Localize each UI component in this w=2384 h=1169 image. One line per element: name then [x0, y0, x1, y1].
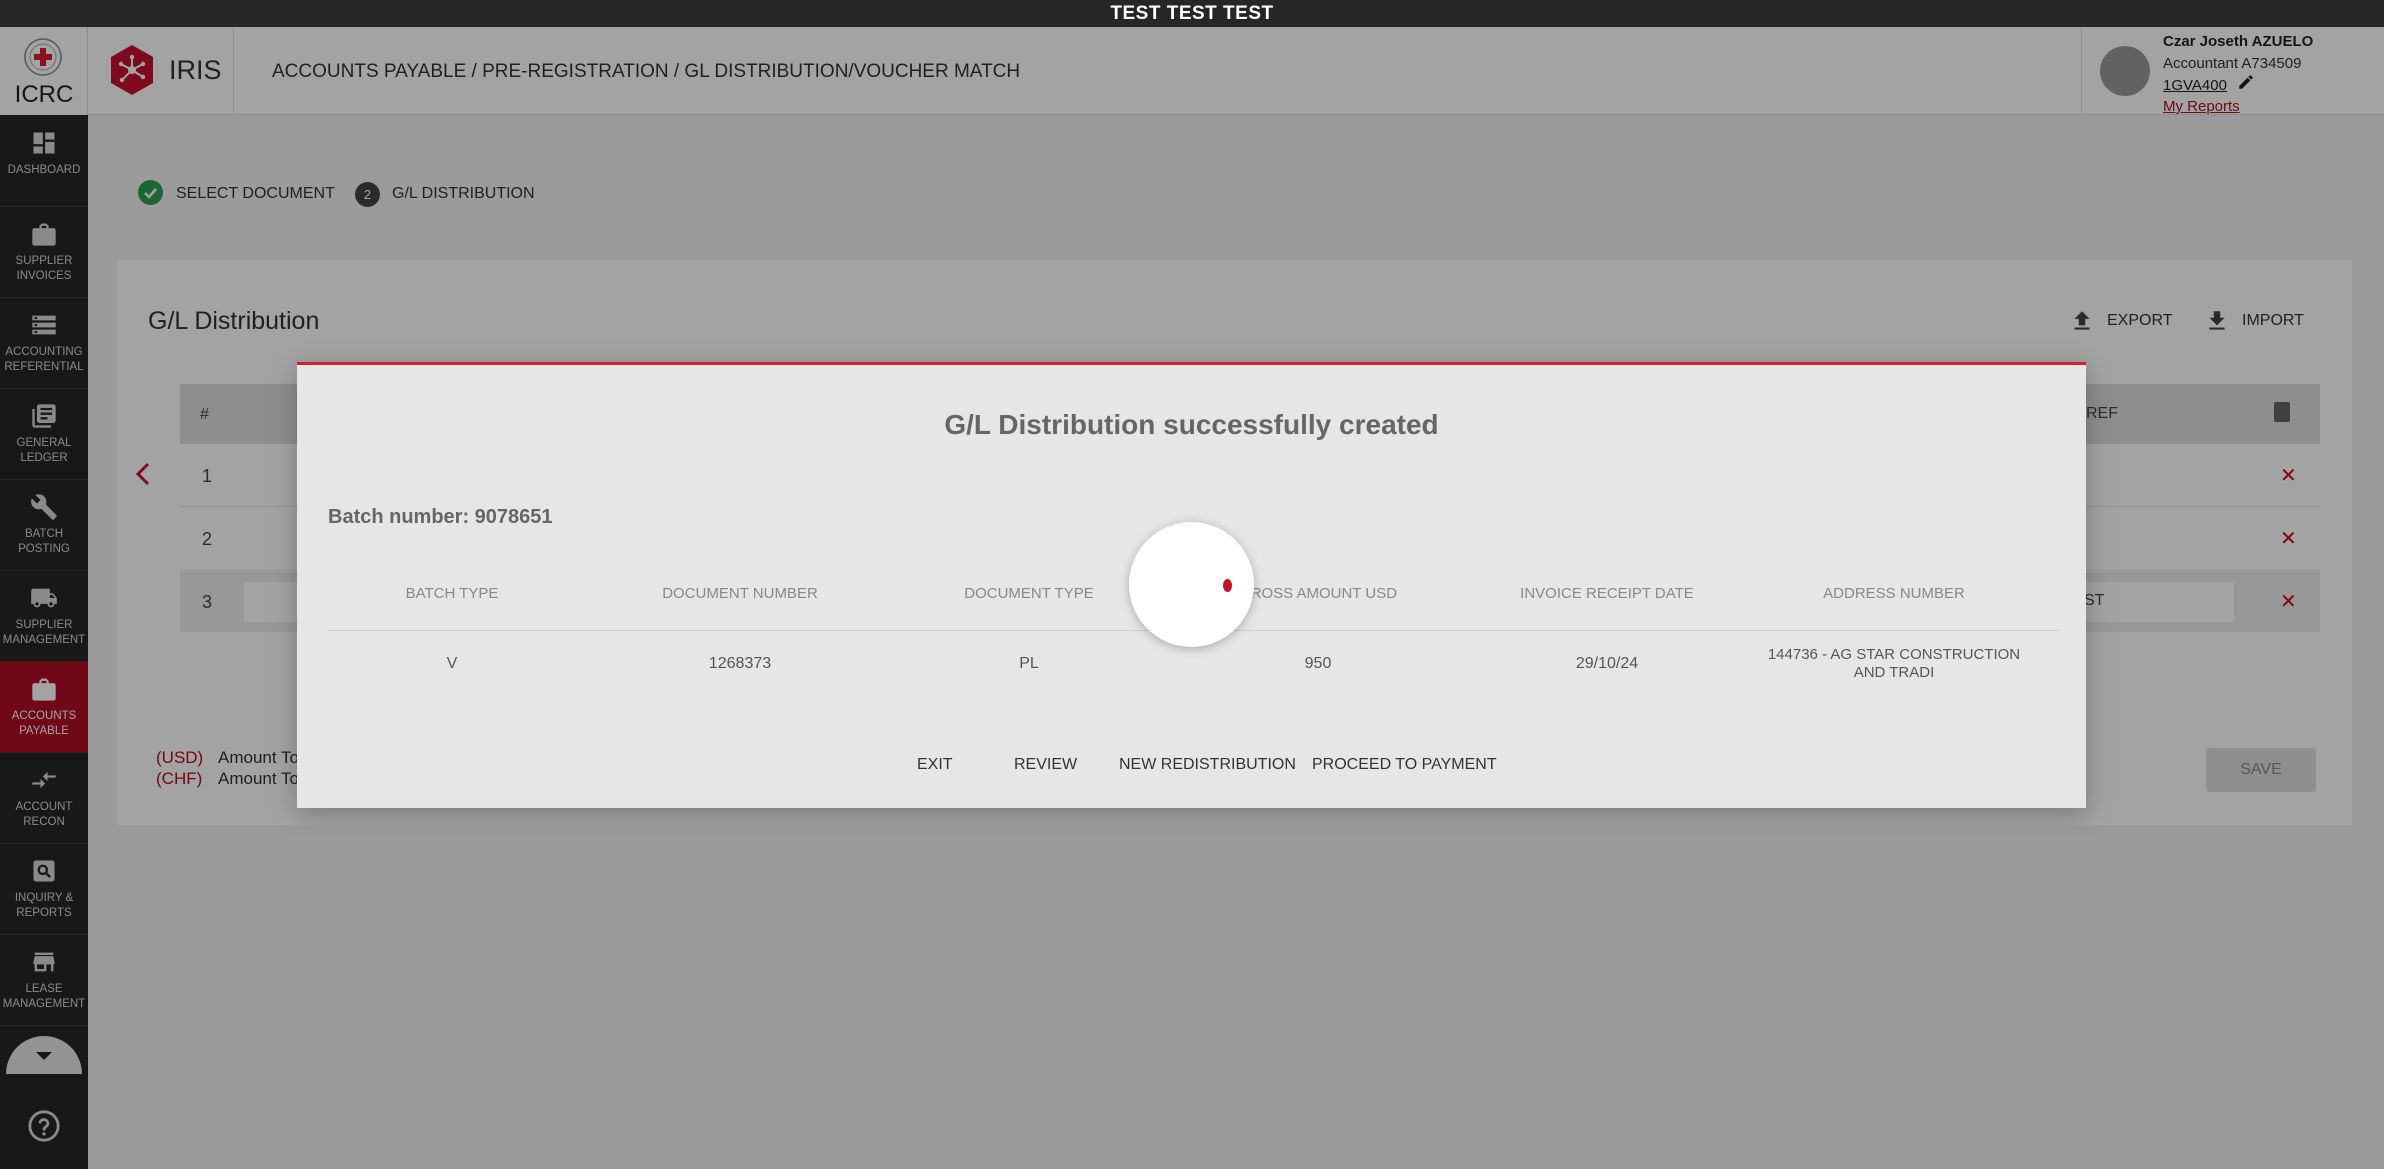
column-header-invoice-receipt-date: INVOICE RECEIPT DATE: [1520, 585, 1694, 602]
document-type-value: PL: [1019, 655, 1039, 672]
review-button[interactable]: REVIEW: [1014, 756, 1077, 774]
dialog-title: G/L Distribution successfully created: [944, 409, 1439, 440]
batch-type-value: V: [446, 655, 458, 672]
invoice-receipt-date-value: 29/10/24: [1575, 655, 1639, 672]
address-number-value: 144736 - AG STAR CONSTRUCTION AND TRADI: [1767, 646, 2021, 681]
environment-banner: TEST TEST TEST: [0, 0, 2384, 27]
column-header-batch-type: BATCH TYPE: [405, 585, 499, 602]
document-number-value: 1268373: [708, 655, 772, 672]
proceed-to-payment-button[interactable]: PROCEED TO PAYMENT: [1312, 756, 1497, 774]
column-header-document-type: DOCUMENT TYPE: [964, 585, 1094, 602]
loading-spinner: [1129, 522, 1254, 647]
column-header-document-number: DOCUMENT NUMBER: [662, 585, 818, 602]
gross-amount-value: 950: [1304, 655, 1332, 672]
new-redistribution-button[interactable]: NEW REDISTRIBUTION: [1119, 756, 1296, 774]
spinner-dot: [1223, 579, 1232, 592]
exit-button[interactable]: EXIT: [917, 756, 953, 774]
batch-number: Batch number: 9078651: [328, 506, 553, 528]
column-header-address-number: ADDRESS NUMBER: [1823, 585, 1965, 602]
